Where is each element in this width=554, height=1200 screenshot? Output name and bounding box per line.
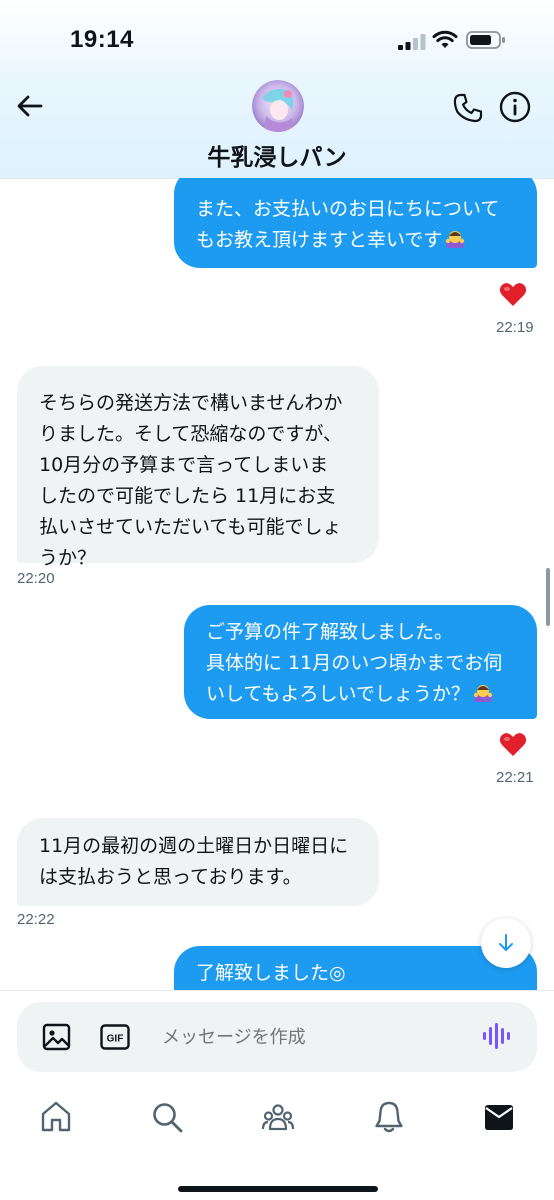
scrollbar[interactable] — [546, 568, 550, 626]
outgoing-message[interactable]: ご予算の件了解致しました。 具体的に 11月のいつ頃かまでお伺 いしてもよろしい… — [184, 605, 537, 719]
phone-icon[interactable] — [452, 92, 484, 124]
arrow-down-icon — [499, 934, 513, 951]
cellular-signal-icon — [398, 34, 426, 50]
scroll-to-bottom-button[interactable] — [481, 918, 531, 968]
message-line: りました。そして恐縮なのですが、 — [39, 423, 343, 445]
status-time: 19:14 — [70, 26, 134, 53]
wifi-icon — [432, 30, 458, 48]
bowing-person-emoji-icon — [473, 685, 493, 702]
message-timestamp: 22:20 — [17, 570, 55, 587]
bowing-person-emoji-icon — [446, 231, 465, 248]
communities-icon[interactable] — [261, 1100, 295, 1134]
status-bar: 19:14 — [0, 0, 554, 80]
message-thread[interactable]: また、お支払いのお日にちについて もお教え頂けますと幸いです 22:19 そちら… — [0, 178, 554, 990]
message-line: うか？ — [39, 547, 97, 569]
incoming-message[interactable]: そちらの発送方法で構いませんわか りました。そして恐縮なのですが、 10月分の予… — [17, 366, 379, 569]
avatar[interactable] — [252, 80, 304, 132]
gif-icon[interactable]: GIF — [100, 1024, 130, 1050]
message-line: したので可能でしたら 11月にお支 — [39, 485, 336, 507]
search-icon[interactable] — [150, 1100, 184, 1134]
message-line: 11月の最初の週の土曜日か日曜日に — [39, 835, 349, 857]
message-line: ご予算の件了解致しました。 — [206, 621, 454, 643]
home-indicator — [178, 1186, 378, 1192]
battery-icon — [466, 31, 505, 49]
messages-icon[interactable] — [482, 1100, 516, 1134]
avatar-image — [252, 80, 304, 132]
message-input[interactable] — [162, 1024, 462, 1050]
heart-reaction-icon[interactable] — [499, 731, 527, 757]
svg-text:GIF: GIF — [107, 1034, 124, 1045]
heart-reaction-icon[interactable] — [499, 281, 527, 307]
message-line: そちらの発送方法で構いませんわか — [39, 392, 343, 414]
chat-title[interactable]: 牛乳浸しパン — [0, 138, 554, 172]
message-line: また、お支払いのお日にちについて — [196, 198, 500, 220]
back-button[interactable] — [14, 90, 46, 122]
message-line: もお教え頂けますと幸いです — [196, 229, 443, 251]
message-timestamp: 22:22 — [17, 911, 55, 928]
outgoing-message[interactable]: また、お支払いのお日にちについて もお教え頂けますと幸いです — [174, 178, 537, 268]
notifications-icon[interactable] — [372, 1100, 406, 1134]
message-timestamp: 22:21 — [496, 769, 534, 786]
message-line: 了解致しました◎ — [196, 962, 346, 984]
message-timestamp: 22:19 — [496, 319, 534, 336]
home-icon[interactable] — [39, 1100, 73, 1134]
image-icon[interactable] — [42, 1023, 72, 1051]
message-line: は支払おうと思っております。 — [39, 866, 302, 888]
arrow-left-icon — [17, 95, 43, 117]
incoming-message[interactable]: 11月の最初の週の土曜日か日曜日に は支払おうと思っております。 — [17, 818, 379, 906]
message-line: 10月分の予算まで言ってしまいま — [39, 454, 329, 476]
message-line-with-emoji: いしてもよろしいでしょうか？ — [206, 679, 515, 710]
message-line: いしてもよろしいでしょうか？ — [206, 683, 470, 705]
message-line-with-emoji: もお教え頂けますと幸いです — [196, 225, 515, 256]
info-icon[interactable] — [498, 90, 532, 124]
voice-message-icon[interactable] — [482, 1022, 512, 1050]
message-line: 具体的に 11月のいつ頃かまでお伺 — [206, 652, 503, 674]
message-line: 払いさせていただいても可能でしょ — [39, 516, 342, 538]
